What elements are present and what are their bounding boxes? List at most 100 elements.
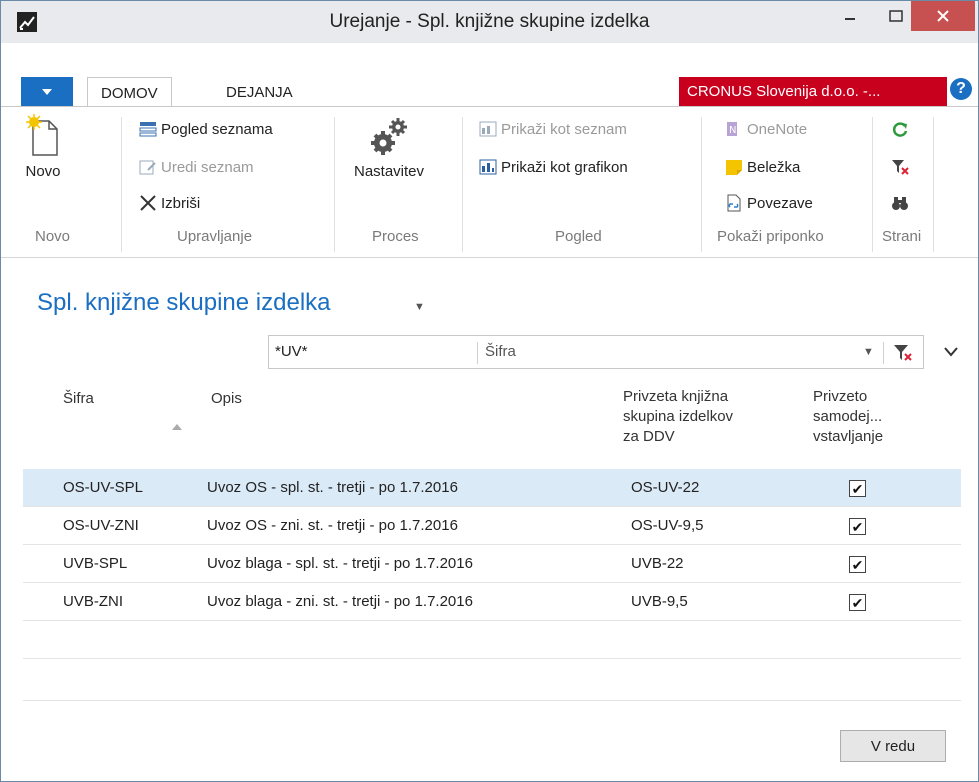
group-label-pogled: Pogled [555, 228, 602, 245]
cell-ddv[interactable]: OS-UV-9,5 [631, 517, 704, 534]
delete-button[interactable]: Izbriši [139, 194, 200, 212]
close-button[interactable] [911, 1, 975, 31]
table-row-empty [23, 661, 961, 701]
cell-ddv[interactable]: OS-UV-22 [631, 479, 699, 496]
ribbon-divider [462, 117, 463, 252]
edit-list-label: Uredi seznam [161, 158, 254, 176]
edit-list-button[interactable]: Uredi seznam [139, 158, 254, 176]
group-label-novo: Novo [35, 228, 71, 245]
cell-sifra[interactable]: OS-UV-SPL [63, 479, 143, 496]
new-button[interactable]: Novo [23, 113, 63, 180]
svg-text:N: N [729, 125, 736, 136]
table-row[interactable]: OS-UV-SPL Uvoz OS - spl. st. - tretji - … [23, 469, 961, 507]
delete-icon [140, 195, 156, 211]
filter-divider [477, 342, 478, 364]
ribbon-divider [121, 117, 122, 252]
refresh-button[interactable] [891, 120, 909, 138]
cell-opis[interactable]: Uvoz OS - zni. st. - tretji - po 1.7.201… [207, 517, 458, 534]
onenote-button[interactable]: N OneNote [725, 120, 807, 138]
column-header-auto-line: Privzeto [813, 388, 868, 405]
cell-ddv[interactable]: UVB-9,5 [631, 593, 688, 610]
chart-icon [479, 159, 497, 175]
company-badge[interactable]: CRONUS Slovenija d.o.o. -... [679, 77, 947, 106]
group-label-upravljanje: Upravljanje [177, 228, 253, 245]
links-label: Povezave [747, 194, 813, 212]
column-header-auto-line: vstavljanje [813, 428, 884, 445]
title-bar: Urejanje - Spl. knjižne skupine izdelka [1, 1, 978, 43]
column-header-ddv-line: za DDV [623, 428, 675, 445]
delete-label: Izbriši [161, 194, 201, 212]
note-button[interactable]: Beležka [725, 158, 800, 176]
sort-ascending-icon [172, 424, 182, 430]
ribbon: Novo Novo Pogled seznama Uredi seznam Iz… [1, 106, 978, 258]
cell-sifra[interactable]: UVB-SPL [63, 555, 127, 572]
show-as-chart-button[interactable]: Prikaži kot grafikon [479, 158, 628, 176]
ok-button[interactable]: V redu [840, 730, 946, 762]
column-header-ddv-line: Privzeta knjižna [623, 388, 729, 405]
table-row-empty [23, 621, 961, 659]
onenote-label: OneNote [747, 120, 808, 138]
show-as-list-button[interactable]: Prikaži kot seznam [479, 120, 627, 138]
chevron-down-icon [42, 88, 52, 95]
filter-input[interactable]: *UV* [275, 343, 308, 360]
minimize-icon [845, 18, 855, 20]
ribbon-divider [872, 117, 873, 252]
tab-domov[interactable]: DOMOV [87, 77, 172, 108]
column-header-auto-line: samodej... [813, 408, 883, 425]
setup-button[interactable]: Nastavitev [354, 113, 424, 180]
clear-filter-icon[interactable] [893, 343, 913, 363]
auto-insert-checkbox[interactable]: ✔ [849, 480, 866, 497]
ribbon-divider [933, 117, 934, 252]
column-header-ddv-line: skupina izdelkov [623, 408, 734, 425]
ribbon-divider [701, 117, 702, 252]
close-icon [937, 10, 949, 22]
cell-opis[interactable]: Uvoz blaga - spl. st. - tretji - po 1.7.… [207, 555, 473, 572]
column-header-opis[interactable]: Opis [211, 389, 242, 409]
caret-down-icon[interactable]: ▼ [414, 301, 425, 313]
gear-icon [371, 118, 408, 155]
column-header-auto-insert[interactable]: Privzeto samodej... vstavljanje [813, 387, 883, 447]
list-view-button[interactable]: Pogled seznama [139, 120, 273, 138]
table-row[interactable]: OS-UV-ZNI Uvoz OS - zni. st. - tretji - … [23, 507, 961, 545]
cell-ddv[interactable]: UVB-22 [631, 555, 684, 572]
note-label: Beležka [747, 158, 801, 176]
onenote-icon: N [727, 122, 737, 136]
show-list-icon [479, 121, 497, 137]
list-view-icon [139, 122, 157, 137]
links-button[interactable]: Povezave [725, 194, 813, 212]
column-header-ddv[interactable]: Privzeta knjižna skupina izdelkov za DDV [623, 387, 733, 447]
cell-opis[interactable]: Uvoz blaga - zni. st. - tretji - po 1.7.… [207, 593, 473, 610]
clear-filter-button[interactable] [891, 158, 909, 176]
note-icon [726, 160, 742, 175]
find-button[interactable] [891, 194, 909, 212]
filter-bar: *UV* Šifra ▼ [268, 335, 924, 369]
group-label-proces: Proces [372, 228, 419, 245]
help-icon[interactable]: ? [950, 78, 972, 100]
link-icon [727, 194, 741, 212]
minimize-button[interactable] [827, 1, 873, 31]
chevron-down-icon[interactable]: ▼ [863, 346, 874, 358]
cell-sifra[interactable]: UVB-ZNI [63, 593, 123, 610]
expand-chevron-icon[interactable] [943, 346, 959, 358]
cell-opis[interactable]: Uvoz OS - spl. st. - tretji - po 1.7.201… [207, 479, 458, 496]
clear-filter-icon [892, 160, 909, 175]
filter-field-select[interactable]: Šifra [485, 343, 516, 360]
setup-label: Nastavitev [354, 163, 425, 180]
refresh-icon [892, 122, 908, 137]
auto-insert-checkbox[interactable]: ✔ [849, 518, 866, 535]
auto-insert-checkbox[interactable]: ✔ [849, 556, 866, 573]
table-row[interactable]: UVB-SPL Uvoz blaga - spl. st. - tretji -… [23, 545, 961, 583]
column-header-sifra[interactable]: Šifra [63, 389, 94, 409]
filter-divider [883, 342, 884, 364]
edit-list-icon [139, 160, 156, 175]
new-document-icon [26, 114, 58, 156]
table-row[interactable]: UVB-ZNI Uvoz blaga - zni. st. - tretji -… [23, 583, 961, 621]
auto-insert-checkbox[interactable]: ✔ [849, 594, 866, 611]
ribbon-divider [334, 117, 335, 252]
show-as-chart-label: Prikaži kot grafikon [501, 158, 628, 176]
file-menu-button[interactable] [21, 77, 73, 106]
list-view-label: Pogled seznama [161, 120, 273, 138]
cell-sifra[interactable]: OS-UV-ZNI [63, 517, 139, 534]
tab-dejanja[interactable]: DEJANJA [213, 77, 306, 107]
maximize-icon [889, 10, 903, 22]
